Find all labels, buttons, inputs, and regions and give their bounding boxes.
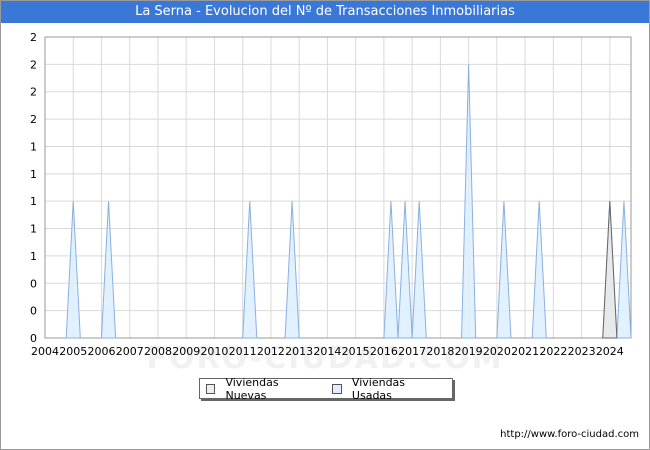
x-tick-label: 2011	[229, 345, 257, 358]
legend-label-usadas: Viviendas Usadas	[351, 375, 406, 402]
source-url: http://www.foro-ciudad.com	[500, 429, 639, 440]
x-tick-label: 2023	[568, 345, 596, 358]
x-tick-label: 2016	[370, 345, 398, 358]
x-tick-label: 2019	[455, 345, 483, 358]
y-tick-label: 1	[30, 140, 37, 153]
x-tick-label: 2024	[596, 345, 624, 358]
x-tick-label: 2015	[342, 345, 370, 358]
legend-swatch-usadas	[332, 383, 342, 394]
series-usadas-peak	[531, 201, 547, 339]
y-tick-label: 2	[30, 31, 37, 44]
y-tick-label: 2	[30, 113, 37, 126]
series-usadas-peak	[100, 201, 117, 339]
x-tick-label: 2017	[398, 345, 426, 358]
series-usadas-peak	[397, 201, 413, 339]
y-tick-label: 1	[30, 168, 37, 181]
y-tick-label: 0	[30, 305, 37, 318]
series-usadas-peak	[616, 201, 632, 339]
series-usadas-peak	[496, 201, 512, 339]
legend-swatch-nuevas	[206, 383, 216, 394]
x-tick-label: 2012	[257, 345, 285, 358]
y-tick-label: 2	[30, 58, 37, 71]
y-tick-label: 0	[30, 277, 37, 290]
series-nuevas-peak	[602, 201, 618, 339]
series-usadas-peak	[242, 201, 258, 339]
x-tick-label: 2018	[426, 345, 454, 358]
y-tick-label: 1	[30, 195, 37, 208]
x-tick-label: 2008	[144, 345, 172, 358]
x-tick-label: 2007	[116, 345, 144, 358]
x-tick-label: 2020	[483, 345, 511, 358]
x-tick-label: 2022	[539, 345, 567, 358]
chart-frame: La Serna - Evolucion del Nº de Transacci…	[0, 0, 650, 450]
x-tick-label: 2009	[172, 345, 200, 358]
y-tick-label: 0	[30, 332, 37, 345]
legend-item-usadas: Viviendas Usadas	[332, 376, 442, 402]
x-tick-label: 2021	[511, 345, 539, 358]
y-tick-label: 2	[30, 86, 37, 99]
x-tick-label: 2014	[313, 345, 341, 358]
x-tick-label: 2004	[31, 345, 59, 358]
series-usadas-peak	[284, 201, 300, 339]
legend: Viviendas Nuevas Viviendas Usadas	[199, 376, 453, 402]
x-tick-label: 2010	[200, 345, 228, 358]
y-tick-label: 1	[30, 250, 37, 263]
legend-label-nuevas: Viviendas Nuevas	[225, 375, 279, 402]
x-tick-label: 2006	[87, 345, 115, 358]
series-usadas-peak	[411, 201, 427, 339]
legend-item-nuevas: Viviendas Nuevas	[206, 376, 316, 402]
series-usadas-peak	[65, 201, 81, 339]
y-tick-label: 1	[30, 223, 37, 236]
x-tick-label: 2005	[59, 345, 87, 358]
x-tick-label: 2013	[285, 345, 313, 358]
series-usadas-peak	[383, 201, 399, 339]
